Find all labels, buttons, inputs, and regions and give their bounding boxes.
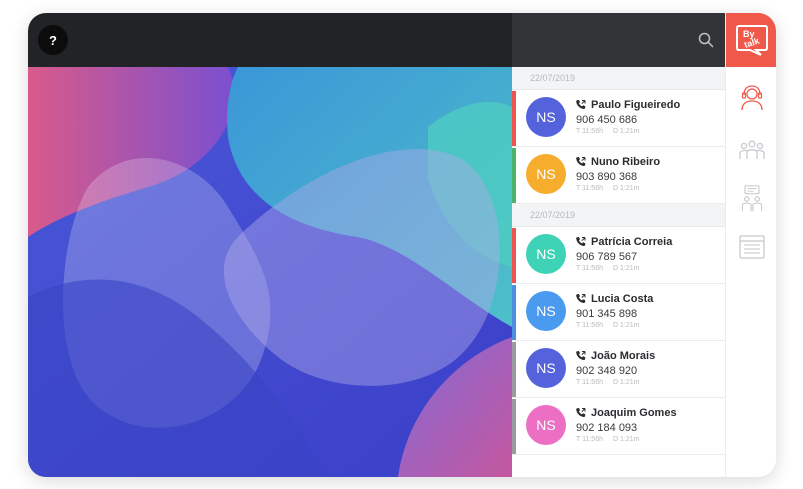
contact-row[interactable]: NS Paulo Figueiredo 906 450 686 T 11:56h… (512, 90, 725, 147)
support-agent-icon[interactable] (738, 83, 766, 111)
contact-name: Lucia Costa (591, 293, 654, 305)
call-duration: D 1:21m (613, 379, 640, 386)
call-duration: D 1:21m (613, 185, 640, 192)
contact-number: 902 184 093 (576, 422, 638, 434)
status-bar (512, 342, 516, 397)
contact-name: Joaquim Gomes (591, 407, 677, 419)
call-time: T 11:56h (576, 379, 603, 386)
name-row: Nuno Ribeiro (575, 156, 660, 168)
contact-name: Patrícia Correia (591, 236, 673, 248)
call-meta: T 11:56h D 1:21m (576, 436, 649, 443)
date-separator: 22/07/2019 (512, 67, 725, 90)
contact-name: Paulo Figueiredo (591, 99, 681, 111)
avatar: NS (526, 234, 566, 274)
avatar: NS (526, 405, 566, 445)
help-button[interactable]: ? (38, 25, 68, 55)
contacts-header (512, 13, 725, 67)
status-bar (512, 228, 516, 283)
phone-call-icon (576, 100, 586, 109)
contact-number: 906 450 686 (576, 114, 638, 126)
status-bar (512, 285, 516, 340)
call-time: T 11:56h (576, 322, 603, 329)
phone-call-icon (576, 157, 586, 166)
call-meta: T 11:56h D 1:21m (576, 322, 649, 329)
contact-row[interactable]: NS Nuno Ribeiro 903 890 368 T 11:56h D 1:… (512, 147, 725, 204)
date-separator: 22/07/2019 (512, 204, 725, 227)
call-duration: D 1:21m (613, 128, 640, 135)
status-bar (512, 91, 516, 146)
call-time: T 11:56h (576, 128, 603, 135)
name-row: Lucia Costa (575, 293, 653, 305)
contact-row[interactable]: NS Lucia Costa 901 345 898 T 11:56h D 1:2… (512, 284, 725, 341)
avatar: NS (526, 97, 566, 137)
wallpaper-background (28, 67, 512, 477)
contact-row[interactable]: NS Joaquim Gomes 902 184 093 T 11:56h D 1… (512, 398, 725, 455)
name-row: João Morais (575, 350, 655, 362)
top-toolbar: ? (28, 13, 512, 67)
name-row: Joaquim Gomes (575, 407, 677, 419)
contact-name: Nuno Ribeiro (591, 156, 661, 168)
contact-number: 901 345 898 (576, 308, 638, 320)
name-row: Paulo Figueiredo (575, 99, 680, 111)
phone-call-icon (576, 351, 586, 360)
phone-call-icon (576, 294, 586, 303)
call-duration: D 1:21m (613, 265, 640, 272)
phone-call-icon (576, 408, 586, 417)
side-rail: By talk (725, 13, 776, 477)
contact-row[interactable]: NS Patrícia Correia 906 789 567 T 11:56h… (512, 227, 725, 284)
call-duration: D 1:21m (613, 436, 640, 443)
name-row: Patrícia Correia (575, 236, 672, 248)
contact-name: João Morais (591, 350, 656, 362)
team-icon[interactable] (738, 136, 766, 164)
call-time: T 11:56h (576, 185, 603, 192)
contact-number: 903 890 368 (576, 171, 638, 183)
avatar: NS (526, 291, 566, 331)
contact-row[interactable]: NS João Morais 902 348 920 T 11:56h D 1:2… (512, 341, 725, 398)
status-bar (512, 399, 516, 454)
call-meta: T 11:56h D 1:21m (576, 128, 649, 135)
search-icon[interactable] (697, 31, 715, 49)
call-meta: T 11:56h D 1:21m (576, 379, 649, 386)
contact-number: 906 789 567 (576, 251, 638, 263)
contacts-list: 22/07/2019 NS Paulo Figueiredo 906 450 6… (512, 67, 725, 477)
phone-call-icon (576, 237, 586, 246)
avatar: NS (526, 348, 566, 388)
bytalk-logo-icon: By talk (735, 25, 768, 56)
status-bar (512, 148, 516, 203)
call-meta: T 11:56h D 1:21m (576, 185, 649, 192)
conversation-icon[interactable] (738, 185, 766, 213)
call-time: T 11:56h (576, 265, 603, 272)
call-duration: D 1:21m (613, 322, 640, 329)
call-meta: T 11:56h D 1:21m (576, 265, 649, 272)
avatar: NS (526, 154, 566, 194)
calendar-icon[interactable] (738, 233, 766, 261)
call-time: T 11:56h (576, 436, 603, 443)
app-window: ? 22/07/2019 NS Paulo Figueiredo 906 450… (28, 13, 776, 477)
contact-number: 902 348 920 (576, 365, 638, 377)
bytalk-logo[interactable]: By talk (726, 13, 776, 67)
